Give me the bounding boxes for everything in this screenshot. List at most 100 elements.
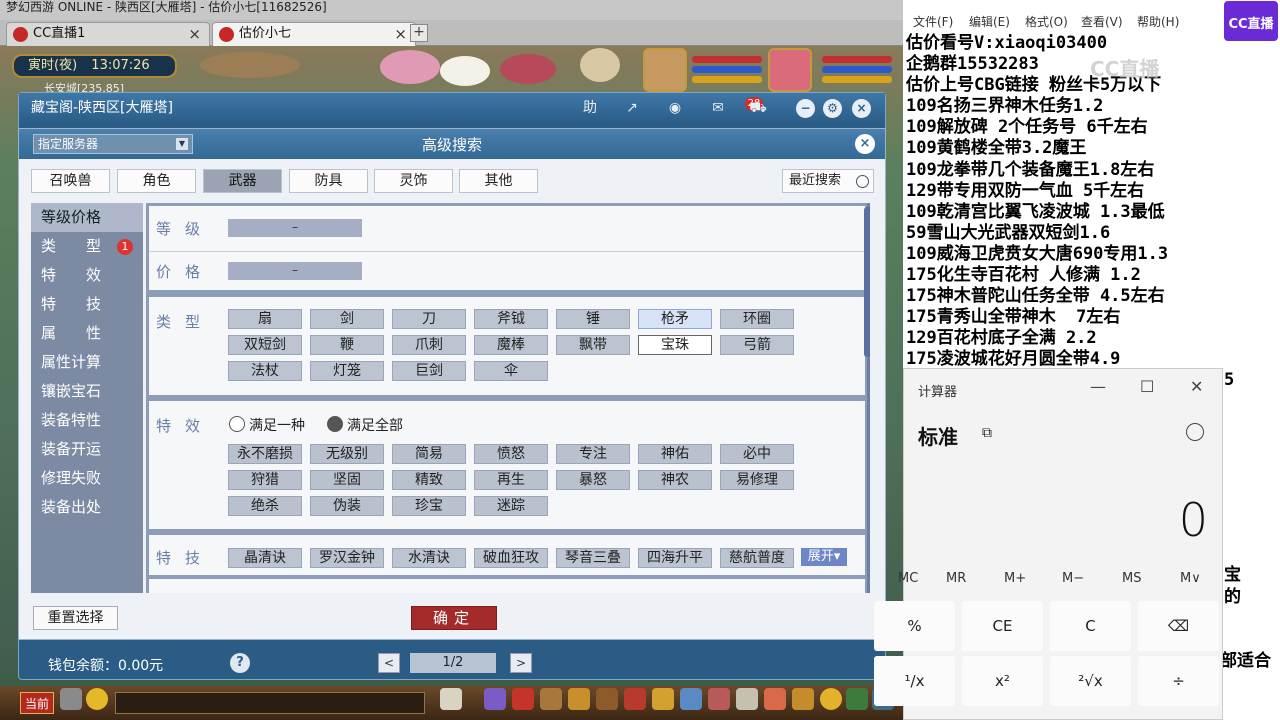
menu-type[interactable]: 类 型 1: [31, 232, 143, 261]
radio-match-one[interactable]: [229, 416, 245, 432]
tab-armor[interactable]: 防具: [289, 169, 368, 193]
type-chip[interactable]: 鞭: [310, 335, 384, 355]
tab-weapon[interactable]: 武器: [203, 169, 282, 193]
tab-close-icon[interactable]: ×: [394, 23, 407, 45]
calc-key[interactable]: ²√x: [1050, 656, 1131, 706]
pet-avatar[interactable]: [643, 48, 687, 92]
type-chip[interactable]: 刀: [392, 309, 466, 329]
skill-chip[interactable]: 晶清诀: [228, 548, 302, 568]
menu-format[interactable]: 格式(O): [1025, 13, 1068, 30]
player-avatar[interactable]: [768, 48, 812, 92]
map-icon[interactable]: [846, 688, 868, 710]
effect-chip[interactable]: 易修理: [720, 470, 794, 490]
menu-gems[interactable]: 镶嵌宝石: [31, 377, 143, 406]
effect-chip[interactable]: 狩猎: [228, 470, 302, 490]
skill-chip[interactable]: 罗汉金钟: [310, 548, 384, 568]
tab-role[interactable]: 角色: [117, 169, 196, 193]
calculator-mode[interactable]: 标准: [918, 421, 958, 450]
type-chip[interactable]: 扇: [228, 309, 302, 329]
calc-key[interactable]: ⌫: [1138, 601, 1219, 651]
microphone-icon[interactable]: [60, 688, 82, 710]
cart-icon[interactable]: ⛟: [745, 97, 771, 119]
tab-close-icon[interactable]: ×: [188, 23, 201, 45]
gang-icon[interactable]: [624, 688, 646, 710]
share-icon[interactable]: ↗: [619, 97, 645, 119]
ranking-icon[interactable]: [736, 688, 758, 710]
effect-chip[interactable]: 无级别: [310, 444, 384, 464]
history-icon[interactable]: [1186, 423, 1204, 441]
type-chip[interactable]: 魔棒: [474, 335, 548, 355]
recent-search-button[interactable]: 最近搜索: [782, 169, 874, 193]
channel-current-button[interactable]: 当前: [20, 692, 54, 714]
calc-key[interactable]: ÷: [1138, 656, 1219, 706]
menu-attribute[interactable]: 属 性: [31, 319, 143, 348]
guide-icon[interactable]: [792, 688, 814, 710]
effect-chip[interactable]: 神农: [638, 470, 712, 490]
effect-chip[interactable]: 永不磨损: [228, 444, 302, 464]
type-chip[interactable]: 双短剑: [228, 335, 302, 355]
menu-equip-feature[interactable]: 装备特性: [31, 406, 143, 435]
memory-store-button[interactable]: MS: [1122, 571, 1141, 586]
type-chip[interactable]: 爪刺: [392, 335, 466, 355]
type-chip[interactable]: 飘带: [556, 335, 630, 355]
message-icon[interactable]: ✉: [705, 97, 731, 119]
menu-equip-source[interactable]: 装备出处: [31, 493, 143, 522]
friend-icon[interactable]: [652, 688, 674, 710]
menu-attr-calc[interactable]: 属性计算: [31, 348, 143, 377]
calc-key[interactable]: %: [874, 601, 955, 651]
effect-chip[interactable]: 愤怒: [474, 444, 548, 464]
tab-other[interactable]: 其他: [459, 169, 538, 193]
menu-edit[interactable]: 编辑(E): [969, 13, 1010, 30]
calc-key[interactable]: ¹/x: [874, 656, 955, 706]
type-chip[interactable]: 斧钺: [474, 309, 548, 329]
effect-chip[interactable]: 再生: [474, 470, 548, 490]
type-chip[interactable]: 锤: [556, 309, 630, 329]
type-chip[interactable]: 巨剑: [392, 361, 466, 381]
menu-file[interactable]: 文件(F): [913, 13, 953, 30]
shop-icon[interactable]: [708, 688, 730, 710]
server-select[interactable]: 指定服务器 ▼: [33, 134, 193, 154]
next-page-button[interactable]: >: [510, 653, 532, 673]
calc-maximize-button[interactable]: ☐: [1140, 377, 1154, 396]
activity-icon[interactable]: [764, 688, 786, 710]
tab-cc-live[interactable]: CC直播1 ×: [6, 22, 210, 46]
type-chip[interactable]: 剑: [310, 309, 384, 329]
close-icon[interactable]: ×: [852, 99, 871, 118]
dialog-close-icon[interactable]: ×: [855, 134, 875, 154]
emoji-icon[interactable]: [86, 688, 108, 710]
memory-recall-button[interactable]: MR: [946, 571, 966, 586]
type-chip[interactable]: 宝珠: [638, 335, 712, 355]
type-chip[interactable]: 灯笼: [310, 361, 384, 381]
effect-chip[interactable]: 珍宝: [392, 496, 466, 516]
menu-level-price[interactable]: 等级价格: [31, 203, 143, 232]
effect-chip[interactable]: 伪装: [310, 496, 384, 516]
memory-clear-button[interactable]: MC: [898, 571, 918, 586]
minimize-icon[interactable]: −: [796, 99, 815, 118]
price-range-input[interactable]: –: [228, 262, 362, 280]
effect-chip[interactable]: 迷踪: [474, 496, 548, 516]
smile-icon[interactable]: [820, 688, 842, 710]
effect-chip[interactable]: 精致: [392, 470, 466, 490]
confirm-button[interactable]: 确定: [411, 606, 497, 630]
tab-appraisal[interactable]: 估价小七 ×: [212, 22, 416, 46]
memory-subtract-button[interactable]: M−: [1062, 571, 1084, 586]
memory-list-button[interactable]: M∨: [1180, 571, 1201, 586]
scrollbar-thumb[interactable]: [864, 207, 870, 357]
notepad-text-area[interactable]: 估价看号V:xiaoqi03400 企鹅群15532283 估价上号CBG链接 …: [906, 33, 1168, 371]
chat-input[interactable]: [115, 692, 425, 714]
expand-button[interactable]: 展开▾: [801, 548, 847, 566]
skill-chip[interactable]: 琴音三叠: [556, 548, 630, 568]
team-icon[interactable]: [540, 688, 562, 710]
menu-skill[interactable]: 特 技: [31, 290, 143, 319]
effect-chip[interactable]: 专注: [556, 444, 630, 464]
menu-view[interactable]: 查看(V): [1081, 13, 1123, 30]
effect-chip[interactable]: 必中: [720, 444, 794, 464]
settings-icon[interactable]: ⚙: [823, 99, 842, 118]
quest-icon[interactable]: [596, 688, 618, 710]
menu-equip-luck[interactable]: 装备开运: [31, 435, 143, 464]
skill-chip[interactable]: 水清诀: [392, 548, 466, 568]
calc-close-button[interactable]: ✕: [1190, 377, 1203, 396]
menu-repair-fail[interactable]: 修理失败: [31, 464, 143, 493]
help-icon[interactable]: ?: [230, 653, 250, 673]
effect-chip[interactable]: 绝杀: [228, 496, 302, 516]
